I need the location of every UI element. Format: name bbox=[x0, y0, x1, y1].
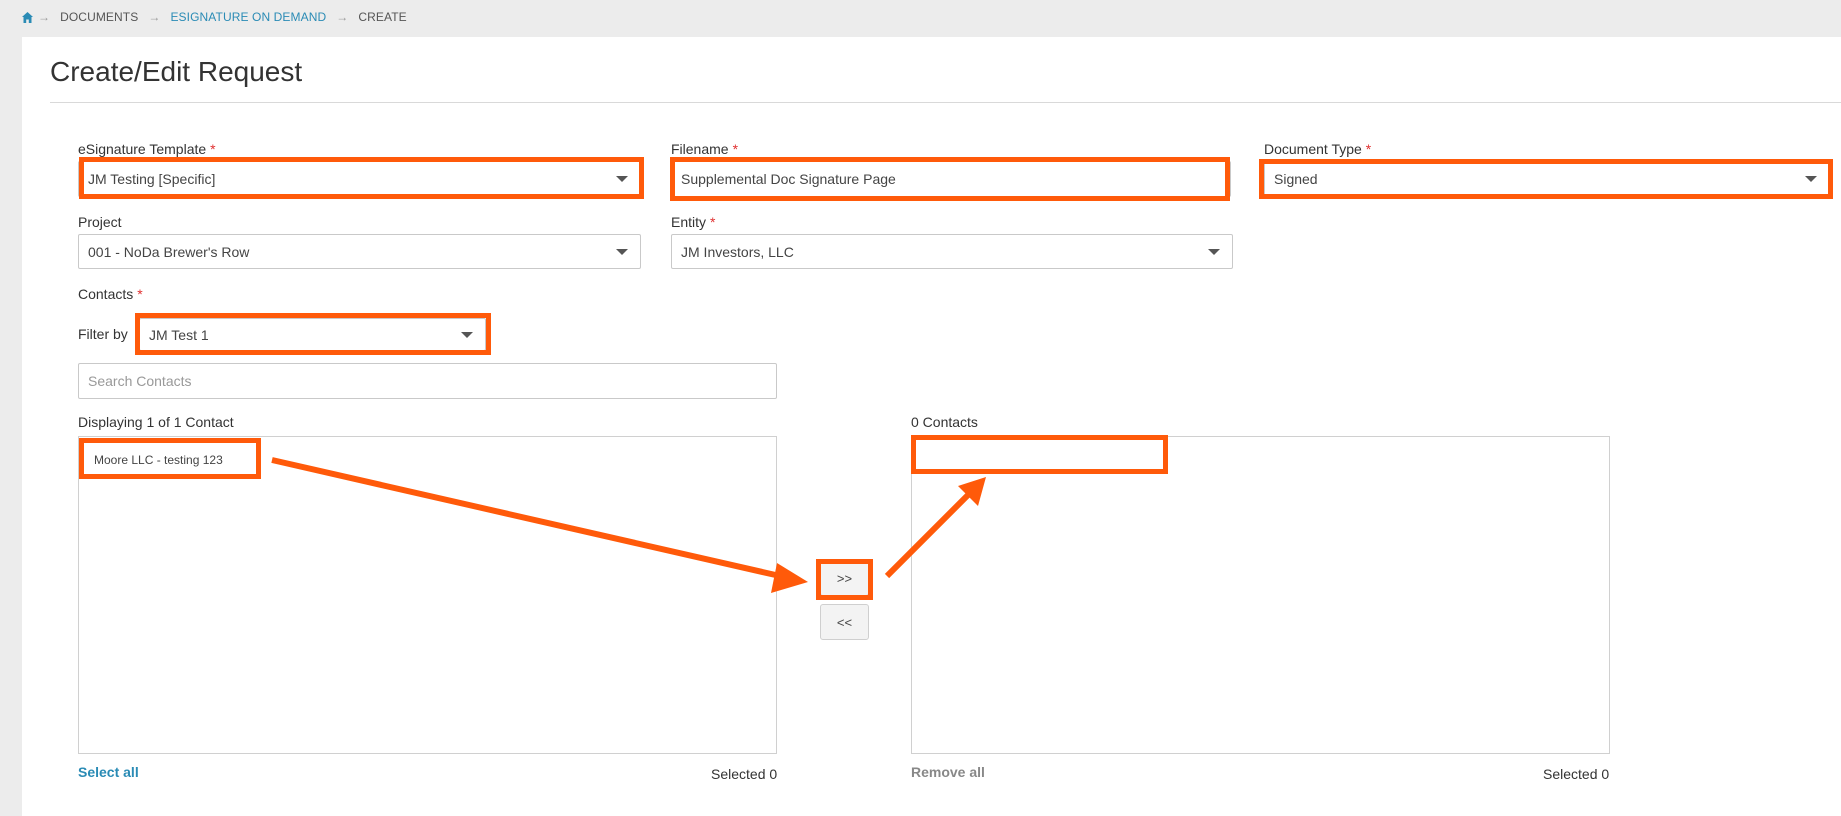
selected-contacts-list[interactable] bbox=[911, 436, 1610, 754]
selected-contacts-header: 0 Contacts bbox=[911, 414, 978, 430]
document-type-label: Document Type * bbox=[1264, 141, 1372, 157]
entity-select[interactable]: JM Investors, LLC bbox=[671, 234, 1233, 269]
select-all-link[interactable]: Select all bbox=[78, 764, 139, 780]
remove-all-link[interactable]: Remove all bbox=[911, 764, 985, 780]
add-selected-button[interactable]: >> bbox=[820, 560, 869, 596]
home-icon[interactable] bbox=[21, 11, 34, 24]
project-value: 001 - NoDa Brewer's Row bbox=[88, 243, 250, 260]
template-label: eSignature Template * bbox=[78, 141, 216, 157]
document-type-value: Signed bbox=[1274, 171, 1318, 187]
filename-label: Filename * bbox=[671, 141, 739, 157]
caret-down-icon bbox=[461, 331, 473, 338]
caret-down-icon bbox=[616, 248, 628, 255]
arrow-right-icon: → bbox=[148, 10, 161, 24]
breadcrumb-documents[interactable]: DOCUMENTS bbox=[60, 10, 138, 24]
arrow-right-icon: → bbox=[336, 10, 349, 24]
document-type-select[interactable]: Signed bbox=[1264, 161, 1830, 197]
caret-down-icon bbox=[1805, 176, 1817, 182]
search-contacts-placeholder: Search Contacts bbox=[88, 373, 192, 389]
remove-selected-button[interactable]: << bbox=[820, 604, 869, 640]
entity-label: Entity * bbox=[671, 214, 716, 230]
breadcrumb: → DOCUMENTS → ESIGNATURE ON DEMAND → CRE… bbox=[21, 8, 417, 26]
template-value: JM Testing [Specific] bbox=[88, 171, 216, 187]
selected-selected-count: Selected 0 bbox=[1543, 766, 1610, 782]
available-selected-count: Selected 0 bbox=[711, 766, 778, 782]
contact-filter-value: JM Test 1 bbox=[149, 326, 209, 343]
list-item[interactable]: Moore LLC - testing 123 bbox=[94, 453, 223, 467]
title-divider bbox=[50, 102, 1841, 103]
caret-down-icon bbox=[616, 176, 628, 182]
breadcrumb-esignature-on-demand[interactable]: ESIGNATURE ON DEMAND bbox=[170, 10, 326, 24]
filename-input[interactable]: Supplemental Doc Signature Page bbox=[671, 161, 1231, 197]
project-select[interactable]: 001 - NoDa Brewer's Row bbox=[78, 234, 641, 269]
contact-filter-select[interactable]: JM Test 1 bbox=[139, 318, 486, 351]
contacts-label: Contacts * bbox=[78, 286, 143, 302]
search-contacts-input[interactable]: Search Contacts bbox=[78, 363, 777, 399]
arrow-right-icon: → bbox=[38, 10, 51, 24]
filename-value: Supplemental Doc Signature Page bbox=[681, 171, 896, 187]
breadcrumb-create: CREATE bbox=[358, 10, 407, 24]
filter-by-label: Filter by bbox=[78, 326, 128, 342]
project-label: Project bbox=[78, 214, 122, 230]
template-select[interactable]: JM Testing [Specific] bbox=[78, 161, 641, 197]
available-contacts-list[interactable] bbox=[78, 436, 777, 754]
page-title: Create/Edit Request bbox=[50, 56, 303, 87]
entity-value: JM Investors, LLC bbox=[681, 243, 794, 260]
available-contacts-header: Displaying 1 of 1 Contact bbox=[78, 414, 234, 430]
caret-down-icon bbox=[1208, 248, 1220, 255]
